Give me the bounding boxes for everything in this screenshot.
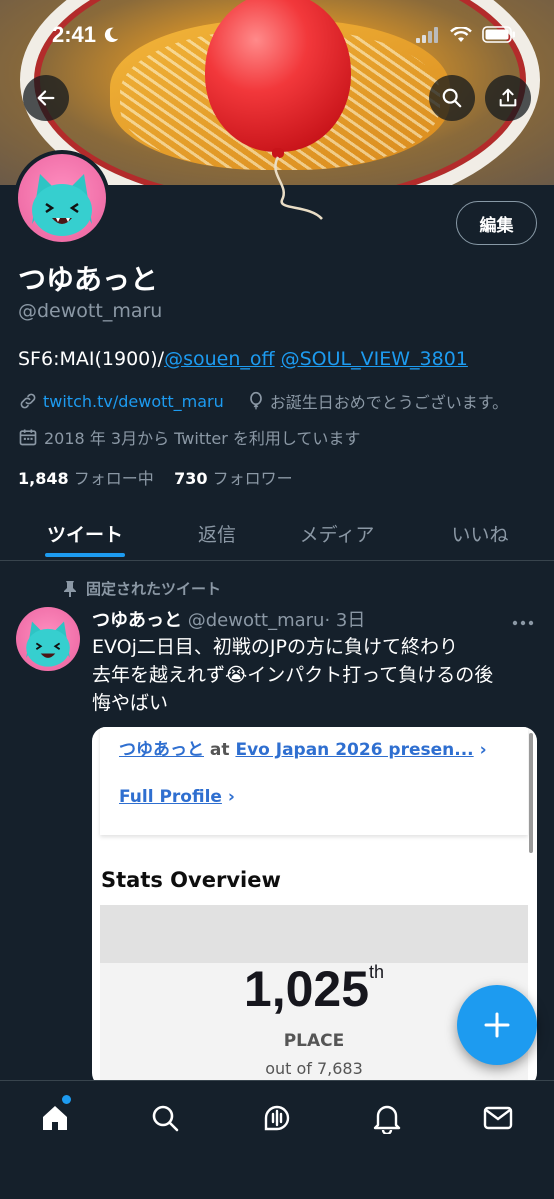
active-tab-indicator	[45, 553, 125, 557]
tab-replies[interactable]: 返信	[157, 505, 277, 561]
bio-mention-soul-view[interactable]: @SOUL_VIEW_3801	[281, 348, 468, 370]
event-player-name: つゆあっと	[119, 740, 204, 760]
birthday-balloon	[205, 0, 351, 152]
search-icon	[442, 88, 462, 108]
search-button[interactable]	[429, 75, 475, 121]
nav-explore[interactable]	[145, 1098, 185, 1138]
tab-media[interactable]: メディア	[277, 505, 397, 561]
event-title: Evo Japan 2026 presen...	[235, 740, 474, 760]
tweet-author-name[interactable]: つゆあっと	[92, 610, 182, 631]
status-time: 2:41	[52, 22, 120, 48]
more-icon	[512, 620, 534, 626]
compose-plus-icon	[484, 1012, 510, 1038]
full-profile-label: Full Profile	[119, 787, 222, 807]
spaces-icon	[264, 1105, 290, 1131]
link-icon	[20, 393, 36, 409]
chevron-right-icon: ›	[227, 787, 235, 807]
full-profile-link[interactable]: Full Profile ›	[119, 787, 235, 807]
profile-avatar[interactable]	[14, 150, 110, 246]
tweet-author-avatar[interactable]	[16, 607, 80, 671]
pin-icon	[64, 580, 76, 597]
following-link[interactable]: 1,848 フォロー中	[18, 469, 154, 488]
tweet-time: · 3日	[324, 610, 366, 631]
bio-mention-souen[interactable]: @souen_off	[164, 348, 275, 370]
share-icon	[499, 88, 517, 107]
profile-bio: SF6:MAI(1900)/@souen_off @SOUL_VIEW_3801	[18, 348, 468, 370]
birthday-text: お誕生日おめでとうございます。	[269, 393, 509, 412]
chevron-right-icon: ›	[479, 740, 487, 760]
joined-text: 2018 年 3月から Twitter を利用しています	[44, 429, 361, 448]
bottom-navigation	[0, 1080, 554, 1199]
tweet-line: 悔やばい	[92, 692, 169, 714]
home-notification-dot	[62, 1095, 71, 1104]
back-button[interactable]	[23, 75, 69, 121]
explore-search-icon	[152, 1105, 179, 1132]
notifications-bell-icon	[373, 1105, 401, 1134]
battery-icon	[482, 26, 515, 43]
edit-profile-button[interactable]: 編集	[456, 201, 537, 245]
balloon-string	[274, 156, 323, 220]
pinned-label: 固定されたツイート	[62, 578, 221, 599]
nav-spaces[interactable]	[257, 1098, 297, 1138]
tweet-line: EVOj二日目、初戦のJPの方に負けて終わり	[92, 636, 458, 658]
place-out-of: out of 7,683	[265, 1059, 363, 1078]
home-icon	[43, 1106, 67, 1130]
following-count: 1,848	[18, 469, 69, 488]
share-button[interactable]	[485, 75, 531, 121]
event-link[interactable]: つゆあっと at Evo Japan 2026 presen... ›	[119, 735, 487, 760]
card-header-panel: つゆあっと at Evo Japan 2026 presen... › Full…	[100, 727, 528, 835]
stats-overview-title: Stats Overview	[101, 868, 281, 892]
followers-label: フォロワー	[212, 469, 293, 488]
back-arrow-icon	[37, 90, 55, 106]
calendar-icon	[19, 429, 37, 446]
profile-handle: @dewott_maru	[18, 300, 163, 322]
card-scrollbar[interactable]	[529, 733, 533, 853]
compose-tweet-button[interactable]	[457, 985, 537, 1065]
event-at: at	[209, 740, 230, 760]
tweet-text: EVOj二日目、初戦のJPの方に負けて終わり 去年を越えれず😭インパクト打って負…	[92, 633, 532, 717]
tweet-more-button[interactable]	[512, 608, 534, 632]
messages-envelope-icon	[483, 1106, 513, 1130]
followers-count: 730	[174, 469, 208, 488]
display-name: つゆあっと	[18, 263, 159, 296]
wifi-icon	[450, 26, 472, 42]
stats-box: 1,025th PLACE out of 7,683	[100, 905, 528, 1087]
joined-row: 2018 年 3月から Twitter を利用しています	[18, 425, 360, 449]
profile-website-link[interactable]: twitch.tv/dewott_maru	[43, 392, 224, 411]
cellular-signal-icon	[416, 26, 438, 43]
nav-home[interactable]	[35, 1098, 75, 1138]
followers-link[interactable]: 730 フォロワー	[174, 469, 293, 488]
avatar-character-image	[32, 174, 92, 236]
place-suffix: th	[369, 962, 385, 982]
tweet-avatar-image	[26, 621, 70, 667]
status-icons	[416, 26, 516, 43]
following-label: フォロー中	[73, 469, 154, 488]
tweet-author-handle: @dewott_maru	[187, 610, 325, 631]
moon-icon	[105, 27, 119, 43]
bio-text: SF6:MAI(1900)/	[18, 348, 165, 370]
tweet-header: つゆあっと @dewott_maru· 3日	[92, 606, 365, 632]
balloon-icon	[249, 391, 262, 410]
follow-stats: 1,848 フォロー中 730 フォロワー	[18, 465, 293, 489]
tab-likes[interactable]: いいね	[420, 505, 540, 561]
profile-meta-row: twitch.tv/dewott_maru お誕生日おめでとうございます。	[18, 389, 508, 413]
nav-messages[interactable]	[478, 1098, 518, 1138]
nav-notifications[interactable]	[367, 1098, 407, 1138]
tweet-line: 去年を越えれず😭インパクト打って負けるの後	[92, 664, 494, 686]
